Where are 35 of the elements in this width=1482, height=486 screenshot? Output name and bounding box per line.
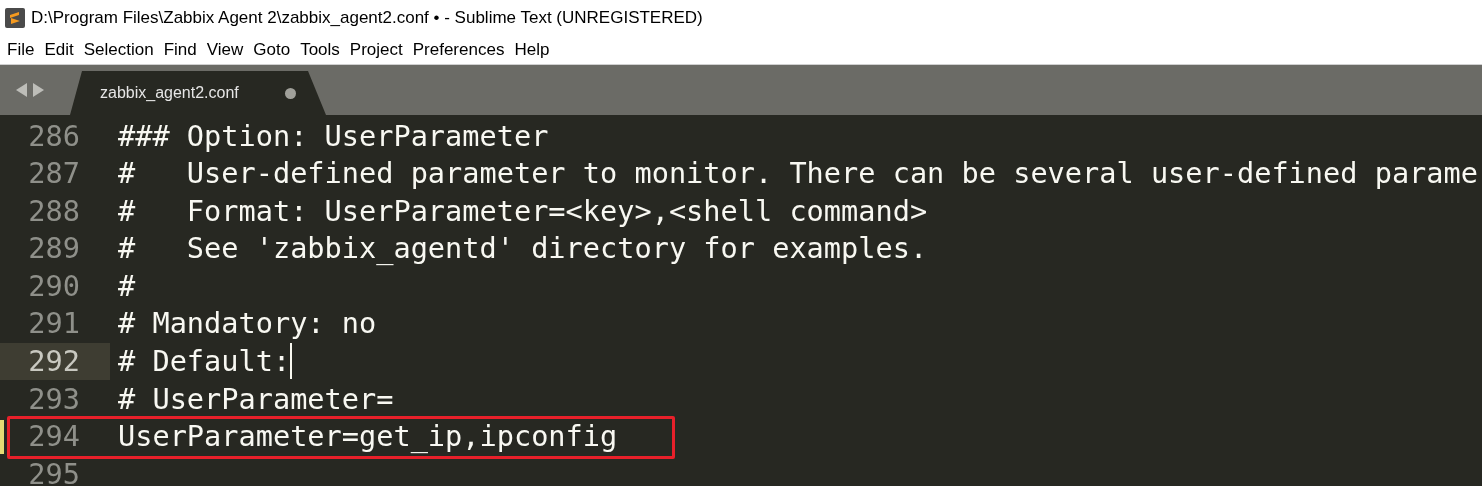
back-arrow-icon[interactable] — [16, 83, 27, 97]
line-number: 292 — [28, 347, 80, 376]
line-number: 294 — [28, 422, 80, 451]
menu-item[interactable]: Edit — [44, 36, 74, 63]
menu-item[interactable]: Help — [514, 36, 550, 63]
line-number: 288 — [28, 196, 80, 226]
file-tab[interactable]: zabbix_agent2.conf — [70, 71, 326, 115]
line-number: 295 — [28, 459, 80, 486]
menu-item[interactable]: File — [7, 36, 35, 63]
app-icon — [5, 7, 25, 28]
code-line: ### Option: UserParameter — [118, 121, 549, 151]
code-line: # — [118, 271, 136, 301]
text-cursor — [290, 343, 293, 380]
menu-item[interactable]: Find — [163, 36, 197, 63]
menu-item[interactable]: Project — [349, 36, 403, 63]
code-line: # Default: — [118, 347, 291, 376]
menu-item[interactable]: View — [206, 36, 244, 63]
line-number: 289 — [28, 234, 80, 263]
line-number: 287 — [28, 159, 80, 188]
window-title: D:\Program Files\Zabbix Agent 2\zabbix_agent2.conf • - Sublime Text (UNREGISTERED) — [31, 6, 703, 29]
menu-item[interactable]: Goto — [253, 36, 291, 63]
code-line: # User-defined parameter to monitor. There can be several user-defined parame — [118, 159, 1478, 188]
code-line: # See 'zabbix_agentd' directory for examples. — [118, 234, 928, 263]
code-line: # UserParameter= — [118, 384, 394, 414]
line-number: 290 — [28, 271, 80, 301]
code-line: UserParameter=get_ip,ipconfig — [118, 422, 618, 451]
line-number: 286 — [28, 121, 80, 151]
line-number: 291 — [28, 309, 80, 339]
code-line: # Format: UserParameter=<key>,<shell command> — [118, 196, 928, 226]
code-line: # Mandatory: no — [118, 309, 377, 339]
forward-arrow-icon[interactable] — [33, 83, 44, 97]
menu-item[interactable]: Preferences — [412, 36, 505, 63]
line-number: 293 — [28, 384, 80, 414]
menu-item[interactable]: Selection — [83, 36, 154, 63]
menu-item[interactable]: Tools — [300, 36, 340, 63]
